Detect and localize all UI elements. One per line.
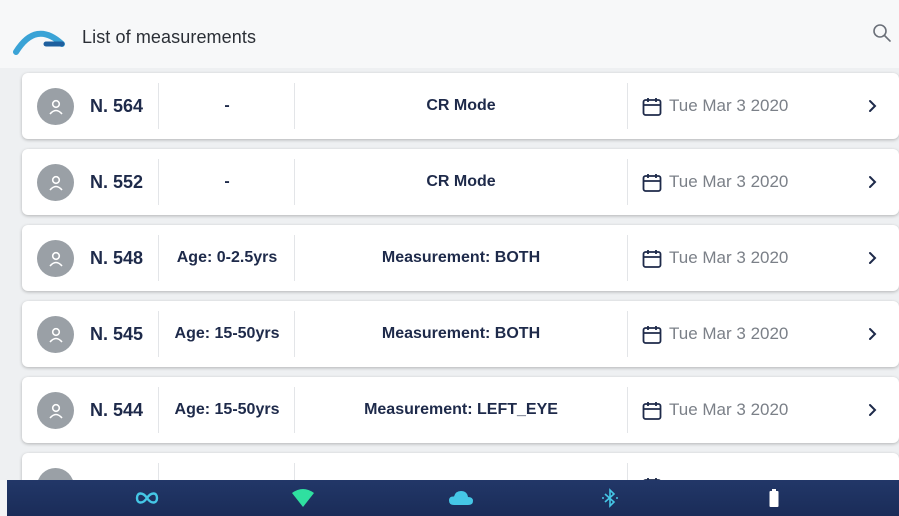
measurement-row[interactable]: N. 544 Age: 15-50yrs Measurement: LEFT_E… bbox=[22, 377, 899, 443]
person-icon bbox=[48, 175, 63, 191]
measurement-row[interactable]: N. 545 Age: 15-50yrs Measurement: BOTH T… bbox=[22, 301, 899, 367]
calendar-icon bbox=[642, 402, 662, 420]
measurement-date: Tue Mar 3 2020 bbox=[669, 400, 789, 419]
avatar bbox=[37, 392, 74, 429]
avatar bbox=[37, 240, 74, 277]
measurement-number: N. 552 bbox=[90, 172, 144, 192]
divider bbox=[627, 311, 628, 357]
measurement-number: N. 544 bbox=[90, 400, 144, 420]
divider bbox=[627, 83, 628, 129]
battery-icon bbox=[769, 489, 779, 507]
divider bbox=[158, 463, 159, 480]
divider bbox=[627, 463, 628, 480]
person-icon bbox=[48, 251, 63, 267]
measurement-list[interactable]: N. 564 - CR Mode Tue Mar 3 2020 N. 552 -… bbox=[0, 68, 899, 480]
wifi-icon bbox=[292, 489, 314, 507]
brand-logo-icon bbox=[13, 30, 65, 55]
measurement-mode: Measurement: BOTH bbox=[381, 325, 541, 342]
person-icon bbox=[48, 99, 63, 115]
age-range: Age: 15-50yrs bbox=[174, 401, 280, 418]
status-bar bbox=[7, 480, 899, 516]
page-title: List of measurements bbox=[82, 27, 257, 47]
measurement-mode: Measurement: BOTH bbox=[381, 249, 541, 266]
calendar-icon bbox=[642, 174, 662, 192]
app-header: List of measurements bbox=[0, 0, 899, 68]
chevron-right-icon[interactable] bbox=[867, 173, 879, 191]
measurement-number: N. 545 bbox=[90, 324, 144, 344]
measurement-mode: CR Mode bbox=[426, 173, 496, 190]
age-range: Age: 0-2.5yrs bbox=[176, 249, 278, 266]
measurement-mode: CR Mode bbox=[426, 97, 496, 114]
measurement-row[interactable]: N. 552 - CR Mode Tue Mar 3 2020 bbox=[22, 149, 899, 215]
measurement-number: N. 548 bbox=[90, 248, 144, 268]
infinity-link-icon bbox=[135, 492, 159, 504]
measurement-date: Tue Mar 3 2020 bbox=[669, 324, 789, 343]
age-range: - bbox=[224, 173, 230, 190]
cloud-icon bbox=[449, 491, 473, 505]
person-icon bbox=[48, 403, 63, 419]
chevron-right-icon[interactable] bbox=[867, 97, 879, 115]
chevron-right-icon[interactable] bbox=[867, 401, 879, 419]
measurement-row[interactable]: N. 564 - CR Mode Tue Mar 3 2020 bbox=[22, 73, 899, 139]
avatar bbox=[37, 164, 74, 201]
bluetooth-icon bbox=[602, 488, 618, 508]
age-range: Age: 15-50yrs bbox=[174, 325, 280, 342]
measurement-number: N. 564 bbox=[90, 96, 144, 116]
chevron-right-icon[interactable] bbox=[867, 249, 879, 267]
divider bbox=[627, 387, 628, 433]
divider bbox=[627, 235, 628, 281]
age-range: - bbox=[224, 97, 230, 114]
measurement-date: Tue Mar 3 2020 bbox=[669, 96, 789, 115]
chevron-right-icon[interactable] bbox=[867, 325, 879, 343]
avatar bbox=[37, 468, 74, 480]
measurement-date: Tue Mar 3 2020 bbox=[669, 172, 789, 191]
calendar-icon bbox=[642, 250, 662, 268]
divider bbox=[294, 463, 295, 480]
divider bbox=[627, 159, 628, 205]
search-icon[interactable] bbox=[871, 22, 893, 44]
avatar bbox=[37, 316, 74, 353]
measurement-mode: Measurement: LEFT_EYE bbox=[364, 401, 558, 418]
avatar bbox=[37, 88, 74, 125]
measurement-row-partial[interactable] bbox=[22, 453, 899, 480]
person-icon bbox=[48, 327, 63, 343]
measurement-date: Tue Mar 3 2020 bbox=[669, 248, 789, 267]
calendar-icon bbox=[642, 326, 662, 344]
measurement-row[interactable]: N. 548 Age: 0-2.5yrs Measurement: BOTH T… bbox=[22, 225, 899, 291]
calendar-icon bbox=[642, 98, 662, 116]
